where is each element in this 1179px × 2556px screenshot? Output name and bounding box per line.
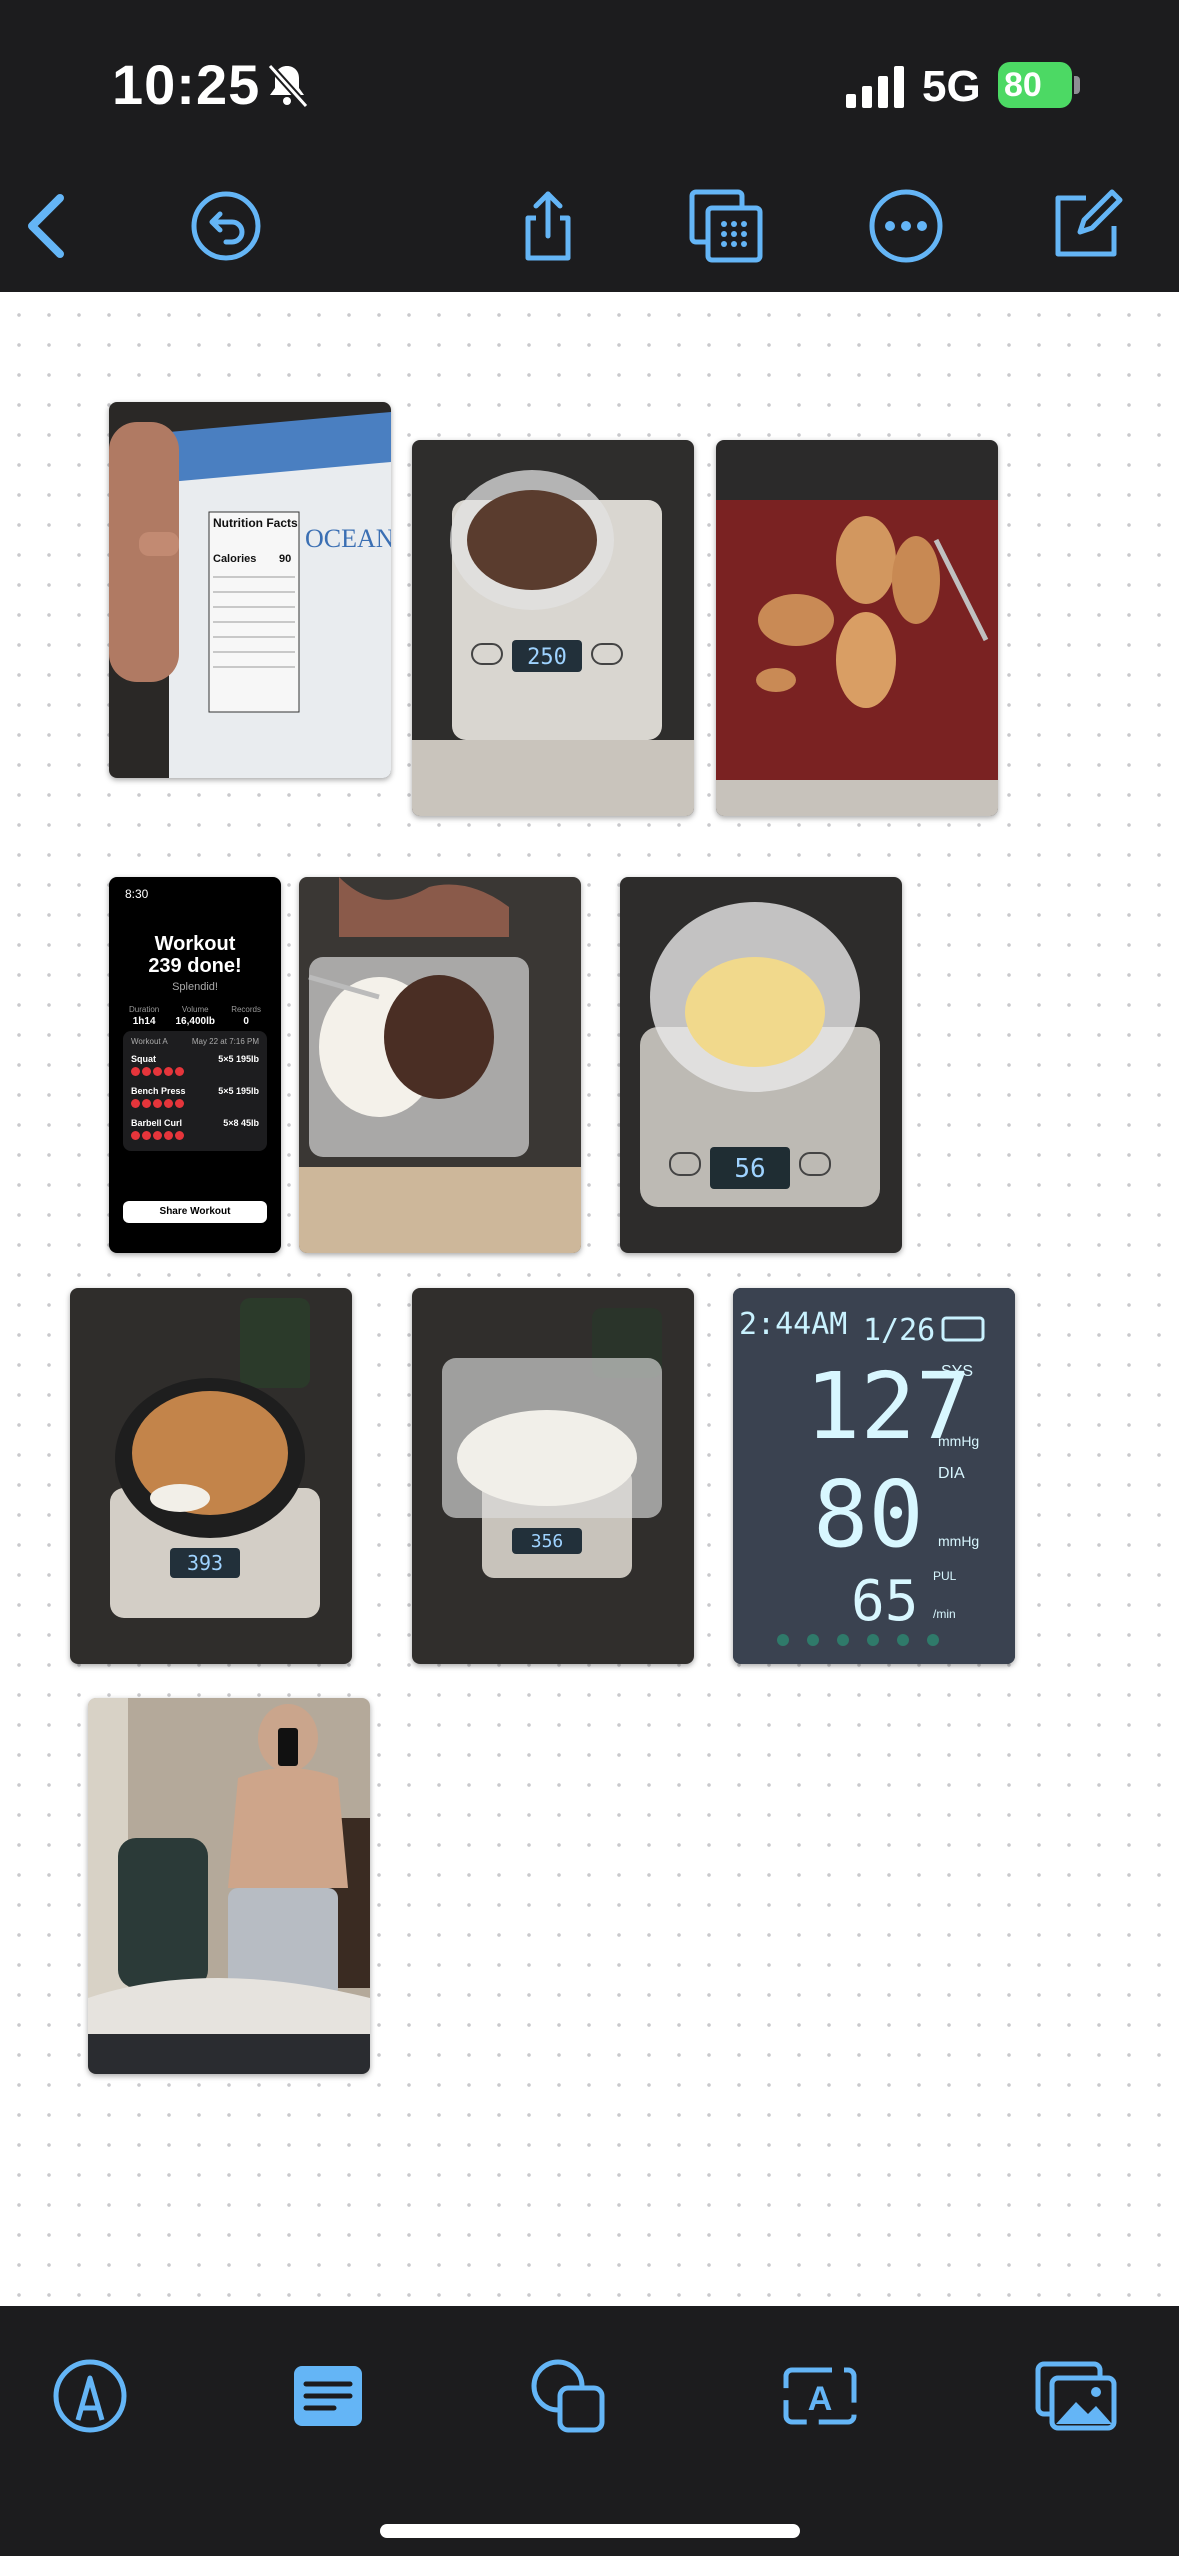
exercise-row: Squat 5×5 195lb xyxy=(131,1054,259,1064)
markup-pen-icon xyxy=(53,2359,127,2433)
share-button[interactable] xyxy=(500,178,596,274)
compose-icon xyxy=(1055,189,1123,257)
workout-title: Workout 239 done! xyxy=(148,933,242,977)
top-toolbar xyxy=(0,160,1179,292)
svg-text:1/26: 1/26 xyxy=(863,1313,935,1348)
photo-library-button[interactable] xyxy=(1028,2348,1124,2444)
svg-text:65: 65 xyxy=(851,1569,918,1634)
workout-stats: Duration 1h14 Volume 16,400lb Records 0 xyxy=(129,1005,261,1027)
battery-level: 80 xyxy=(998,62,1072,108)
cellular-signal-icon xyxy=(846,66,904,108)
stat-volume: Volume 16,400lb xyxy=(175,1005,215,1027)
exercise-row: Bench Press 5×5 195lb xyxy=(131,1086,259,1096)
more-button[interactable] xyxy=(858,178,954,274)
compose-button[interactable] xyxy=(1038,178,1134,274)
share-icon xyxy=(525,191,571,261)
undo-icon xyxy=(191,191,261,261)
silent-bell-icon xyxy=(267,63,309,109)
workout-subtitle: Splendid! xyxy=(172,981,218,993)
shredded-beef-scale-photo[interactable]: 250 xyxy=(412,440,694,816)
svg-text:DIA: DIA xyxy=(938,1465,965,1482)
workout-summary-screenshot[interactable]: 8:30 Workout 239 done! Splendid! Duratio… xyxy=(109,877,281,1253)
bottom-toolbar: A xyxy=(0,2306,1179,2556)
shredded-cheese-scale-photo[interactable]: 56 xyxy=(620,877,902,1253)
nutrition-facts-label: Nutrition Facts xyxy=(213,516,298,530)
freeform-canvas[interactable]: Nutrition Facts Calories 90 OCEAN 250 8:… xyxy=(0,292,1179,2306)
svg-text:SYS: SYS xyxy=(941,1363,973,1380)
home-indicator[interactable] xyxy=(380,2524,800,2538)
pages-icon xyxy=(689,189,763,263)
share-workout-button[interactable]: Share Workout xyxy=(123,1201,267,1223)
shapes-button[interactable] xyxy=(520,2348,616,2444)
mirror-selfie-photo[interactable] xyxy=(88,1698,370,2074)
back-chevron-icon xyxy=(28,194,64,258)
shapes-icon xyxy=(531,2359,605,2433)
fish-fillets-plate-photo[interactable] xyxy=(716,440,998,816)
blood-pressure-monitor-photo[interactable]: 2:44AM 1/26 127 SYS mmHg 80 DIA mmHg 65 … xyxy=(733,1288,1015,1664)
stat-duration: Duration 1h14 xyxy=(129,1005,160,1027)
status-time: 10:25 xyxy=(112,53,261,116)
svg-text:Calories: Calories xyxy=(213,553,256,565)
svg-text:56: 56 xyxy=(734,1154,765,1184)
svg-text:356: 356 xyxy=(531,1531,564,1552)
svg-text:A: A xyxy=(808,2380,833,2418)
photo-library-icon xyxy=(1035,2361,1117,2431)
svg-text:PUL: PUL xyxy=(933,1569,957,1583)
text-style-button[interactable]: A xyxy=(772,2348,868,2444)
rice-and-beef-container-photo[interactable] xyxy=(299,877,581,1253)
svg-text:mmHg: mmHg xyxy=(938,1433,979,1449)
more-icon xyxy=(869,189,943,263)
chicken-bowl-scale-photo[interactable]: 393 xyxy=(70,1288,352,1664)
markup-button[interactable] xyxy=(42,2348,138,2444)
status-bar: 10:25 5G 80 xyxy=(0,0,1179,160)
workout-time: 8:30 xyxy=(125,887,149,901)
svg-text:90: 90 xyxy=(279,553,291,565)
svg-text:mmHg: mmHg xyxy=(938,1533,979,1549)
exercise-row: Barbell Curl 5×8 45lb xyxy=(131,1118,259,1128)
svg-text:OCEAN: OCEAN xyxy=(305,524,391,553)
text-style-icon: A xyxy=(783,2367,857,2425)
text-box-icon xyxy=(294,2366,362,2426)
rice-container-scale-photo[interactable]: 356 xyxy=(412,1288,694,1664)
back-button[interactable] xyxy=(0,178,96,274)
workout-card: Workout A May 22 at 7:16 PM Squat 5×5 195l… xyxy=(123,1031,267,1151)
nutrition-package-photo[interactable]: Nutrition Facts Calories 90 OCEAN xyxy=(109,402,391,778)
text-box-button[interactable] xyxy=(280,2348,376,2444)
pages-button[interactable] xyxy=(678,178,774,274)
svg-text:393: 393 xyxy=(187,1551,223,1575)
battery-icon: 80 xyxy=(998,62,1080,108)
network-type: 5G xyxy=(922,62,981,111)
svg-text:80: 80 xyxy=(813,1461,924,1568)
stat-records: Records 0 xyxy=(231,1005,261,1027)
svg-text:/min: /min xyxy=(933,1607,956,1621)
svg-text:250: 250 xyxy=(527,645,567,670)
svg-text:2:44AM: 2:44AM xyxy=(739,1307,847,1342)
undo-button[interactable] xyxy=(178,178,274,274)
